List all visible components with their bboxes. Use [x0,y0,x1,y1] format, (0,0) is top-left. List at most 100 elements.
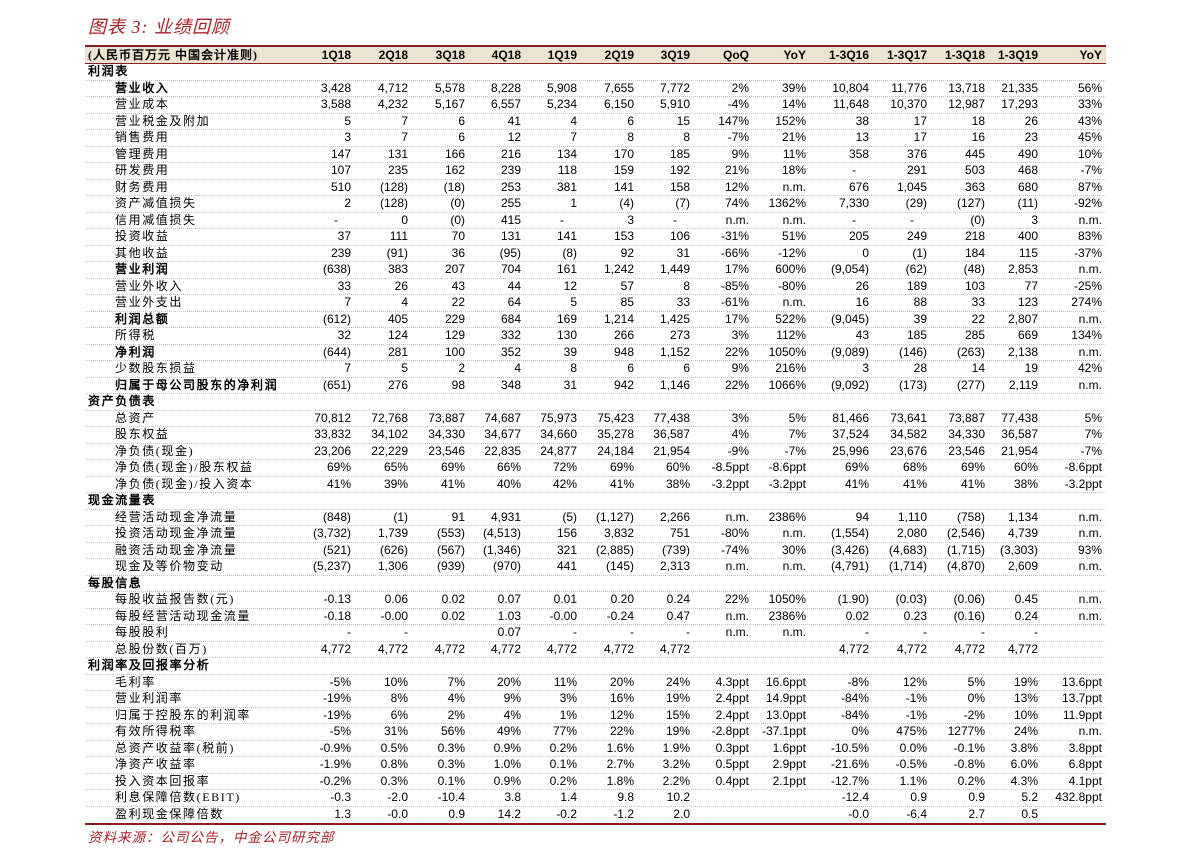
value-cell: 6.8ppt [1068,757,1102,772]
value-cell: 31 [563,377,577,392]
value-cell: 70 [451,229,465,244]
value-cell: -21.6% [830,757,869,772]
value-cell: 94 [855,509,869,524]
value-cell: 42% [1077,361,1102,376]
value-cell: n.m. [782,295,806,310]
value-cell: 33 [676,295,690,310]
value-cell: 1277% [947,724,985,739]
value-cell: 352 [500,344,521,359]
value-cell: 10.2 [666,790,690,805]
value-cell: 37,524 [832,427,869,442]
value-cell: 291 [906,163,927,178]
value-cell: -0.0 [848,807,869,822]
value-cell: 28 [913,361,927,376]
value-cell: (8) [562,245,577,260]
value-cell: 1,134 [1007,509,1038,524]
value-cell: 33,832 [314,427,351,442]
value-cell: 185 [906,328,927,343]
value-cell: 12% [609,707,634,722]
table-row: 利息保障倍数(EBIT) -0.3 -2.0 -10.4 3.8 1.4 9.8 10.2 -1… [85,790,1106,807]
value-cell: (62) [905,262,927,277]
value-cell: n.m. [725,625,749,640]
value-cell: 10% [1013,707,1038,722]
value-cell: 3.8ppt [1068,740,1102,755]
value-cell: 684 [500,311,521,326]
value-cell: 103 [964,278,985,293]
value-cell: (9,045) [830,311,869,326]
row-label: 营业外收入 [115,278,184,293]
value-cell: 77% [552,724,577,739]
value-cell: 39 [913,311,927,326]
value-cell: 5,910 [659,97,690,112]
value-cell: 41% [902,476,927,491]
value-cell: 3 [627,212,634,227]
value-cell: 141 [613,179,634,194]
value-cell: 475% [896,724,927,739]
value-cell: 20% [609,674,634,689]
value-cell: n.m. [1078,262,1102,277]
table-row: 其他收益 239 (91) 36 (95) (8) 92 31 -66% -12% 0 (1) 184 1… [85,245,1106,262]
row-label: 其他收益 [115,245,170,260]
value-cell: 0.01 [553,592,577,607]
value-cell: 81,466 [832,410,869,425]
value-cell: -9% [727,443,749,458]
value-cell: 12,987 [948,97,985,112]
value-cell: 111 [389,229,408,244]
row-label: 盈利现金保障倍数 [115,807,224,822]
table-row: 营业外收入 33 26 43 44 12 57 8 -85% -80% 26 189 103 77 -25% [85,278,1106,295]
value-cell: 33 [971,295,985,310]
table-row: 股东权益 33,832 34,102 34,330 34,677 34,660 35,278… [85,427,1106,444]
value-cell: 73,641 [890,410,927,425]
value-cell: 0.9 [910,790,927,805]
value-cell: 2,853 [1007,262,1038,277]
row-label: 每股经营活动现金流量 [115,608,252,623]
value-cell: 216% [775,361,806,376]
value-cell: 2% [447,707,465,722]
source-note: 资料来源：公司公告，中金公司研究部 [88,830,335,845]
value-cell: 1066% [768,377,806,392]
value-cell: 503 [964,163,985,178]
value-cell: n.m. [782,212,806,227]
value-cell: (848) [322,509,351,524]
value-cell: 3 [1031,212,1038,227]
row-label: 净负债(现金)/股东权益 [115,460,254,475]
value-cell: 2,119 [1008,377,1038,392]
value-cell: 26 [855,278,869,293]
value-cell: 0.2% [549,773,577,788]
value-cell: 19% [665,691,690,706]
value-cell: 4,772 [546,641,577,656]
value-cell: 13,718 [948,80,985,95]
row-label: 研发费用 [115,163,170,178]
value-cell: 10% [383,674,408,689]
table-row: 营业成本 3,588 4,232 5,167 6,557 5,234 6,150 5,910 -… [85,97,1106,114]
value-cell: 0.3% [380,773,408,788]
value-cell: 65% [383,460,408,475]
value-cell: 0.23 [903,608,927,623]
value-cell: 2.7% [606,757,634,772]
value-cell: 34,102 [371,427,408,442]
value-cell: 3 [862,361,869,376]
value-cell: n.m. [782,526,806,541]
value-cell: -2.0 [387,790,408,805]
value-cell: 34,582 [890,427,927,442]
table-row: 毛利率 -5% 10% 7% 20% 11% 20% 24% 4.3ppt 16.6ppt -8% 1… [85,674,1106,691]
value-cell: -0.00 [549,608,577,623]
value-cell: 207 [444,262,465,277]
value-cell: 24,877 [540,443,577,458]
value-cell: 942 [613,377,634,392]
value-cell: 39% [781,80,806,95]
value-cell: 600% [775,262,806,277]
value-cell: 7,772 [659,80,690,95]
value-cell: - [852,212,856,227]
row-label: 营业收入 [115,80,170,95]
value-cell: 10,370 [890,97,927,112]
column-header: 1Q18 [321,47,351,62]
value-cell: n.m. [1078,592,1102,607]
value-cell: 14 [971,361,985,376]
value-cell: 0 [862,245,869,260]
value-cell: 2,266 [659,509,690,524]
row-label: 净负债(现金) [115,443,195,458]
value-cell: 36,587 [1001,427,1038,442]
value-cell: 3,588 [320,97,351,112]
value-cell: 36 [451,245,465,260]
